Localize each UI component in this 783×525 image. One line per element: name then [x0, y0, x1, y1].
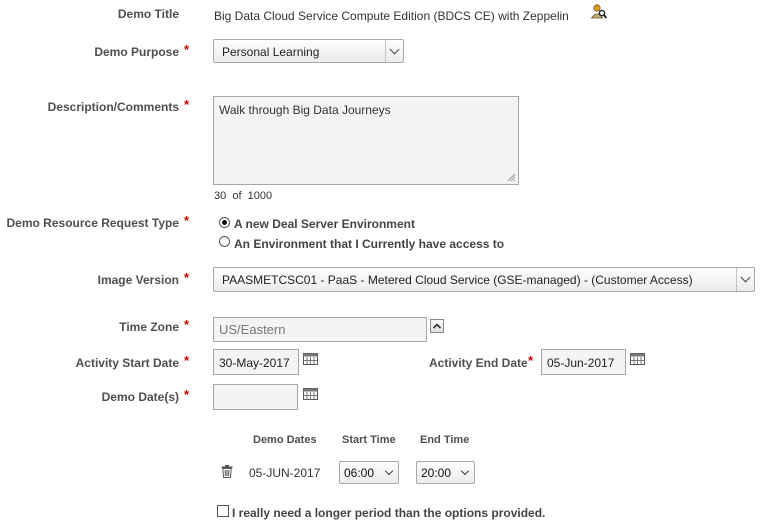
activity-end-input[interactable]: 05-Jun-2017 — [541, 349, 626, 375]
required-marker: * — [184, 317, 190, 332]
column-header-start-time: Start Time — [342, 434, 396, 446]
activity-start-label: Activity Start Date — [75, 356, 179, 370]
chevron-up-icon[interactable] — [430, 319, 444, 333]
radio-new-deal-server-label[interactable]: A new Deal Server Environment — [234, 217, 415, 231]
demo-purpose-label: Demo Purpose — [94, 45, 179, 59]
required-marker: * — [184, 353, 190, 368]
calendar-icon[interactable] — [303, 353, 318, 365]
radio-new-deal-server[interactable] — [219, 217, 230, 228]
column-header-end-time: End Time — [420, 434, 470, 446]
description-label: Description/Comments — [47, 100, 179, 114]
demo-title-value: Big Data Cloud Service Compute Edition (… — [214, 9, 569, 23]
time-zone-value: US/Eastern — [219, 322, 286, 337]
required-marker: * — [528, 353, 534, 368]
activity-start-value: 30-May-2017 — [219, 356, 290, 370]
time-zone-label: Time Zone — [119, 320, 179, 334]
row-demo-date: 05-JUN-2017 — [249, 466, 321, 480]
longer-period-checkbox[interactable] — [217, 505, 229, 517]
activity-end-value: 05-Jun-2017 — [547, 356, 615, 370]
image-version-label: Image Version — [97, 273, 179, 287]
required-marker: * — [184, 97, 190, 112]
chevron-down-icon — [736, 268, 754, 291]
required-marker: * — [184, 213, 190, 228]
calendar-icon[interactable] — [630, 353, 645, 365]
description-text: Walk through Big Data Journeys — [219, 103, 391, 117]
end-time-value: 20:00 — [421, 466, 452, 480]
demo-dates-input[interactable] — [213, 384, 298, 410]
demo-purpose-select[interactable]: Personal Learning — [213, 39, 404, 63]
image-version-select[interactable]: PAASMETCSC01 - PaaS - Metered Cloud Serv… — [213, 267, 755, 292]
start-time-select[interactable]: 06:00 — [339, 461, 399, 484]
description-textarea[interactable]: Walk through Big Data Journeys — [213, 96, 519, 185]
activity-start-input[interactable]: 30-May-2017 — [213, 349, 299, 375]
image-version-value: PAASMETCSC01 - PaaS - Metered Cloud Serv… — [222, 273, 693, 287]
demo-purpose-value: Personal Learning — [222, 45, 320, 59]
time-zone-input[interactable]: US/Eastern — [213, 317, 427, 342]
chevron-down-icon — [384, 466, 394, 476]
chevron-down-icon — [385, 40, 403, 62]
user-lookup-icon[interactable] — [590, 3, 608, 21]
radio-existing-environment-label[interactable]: An Environment that I Currently have acc… — [234, 237, 504, 251]
demo-title-label: Demo Title — [117, 7, 179, 21]
calendar-icon[interactable] — [303, 388, 318, 400]
required-marker: * — [184, 270, 190, 285]
resize-handle-icon[interactable] — [507, 173, 516, 182]
required-marker: * — [184, 387, 190, 402]
char-counter: 30 of 1000 — [214, 190, 273, 202]
demo-dates-label: Demo Date(s) — [101, 390, 179, 404]
longer-period-label[interactable]: I really need a longer period than the o… — [232, 506, 545, 520]
chevron-down-icon — [460, 466, 470, 476]
resource-type-label: Demo Resource Request Type — [6, 216, 180, 230]
column-header-demo-dates: Demo Dates — [253, 434, 317, 446]
start-time-value: 06:00 — [344, 466, 375, 480]
end-time-select[interactable]: 20:00 — [416, 461, 475, 484]
activity-end-label: Activity End Date — [429, 356, 528, 370]
radio-existing-environment[interactable] — [219, 236, 230, 247]
required-marker: * — [184, 42, 190, 57]
trash-icon[interactable] — [221, 465, 233, 478]
